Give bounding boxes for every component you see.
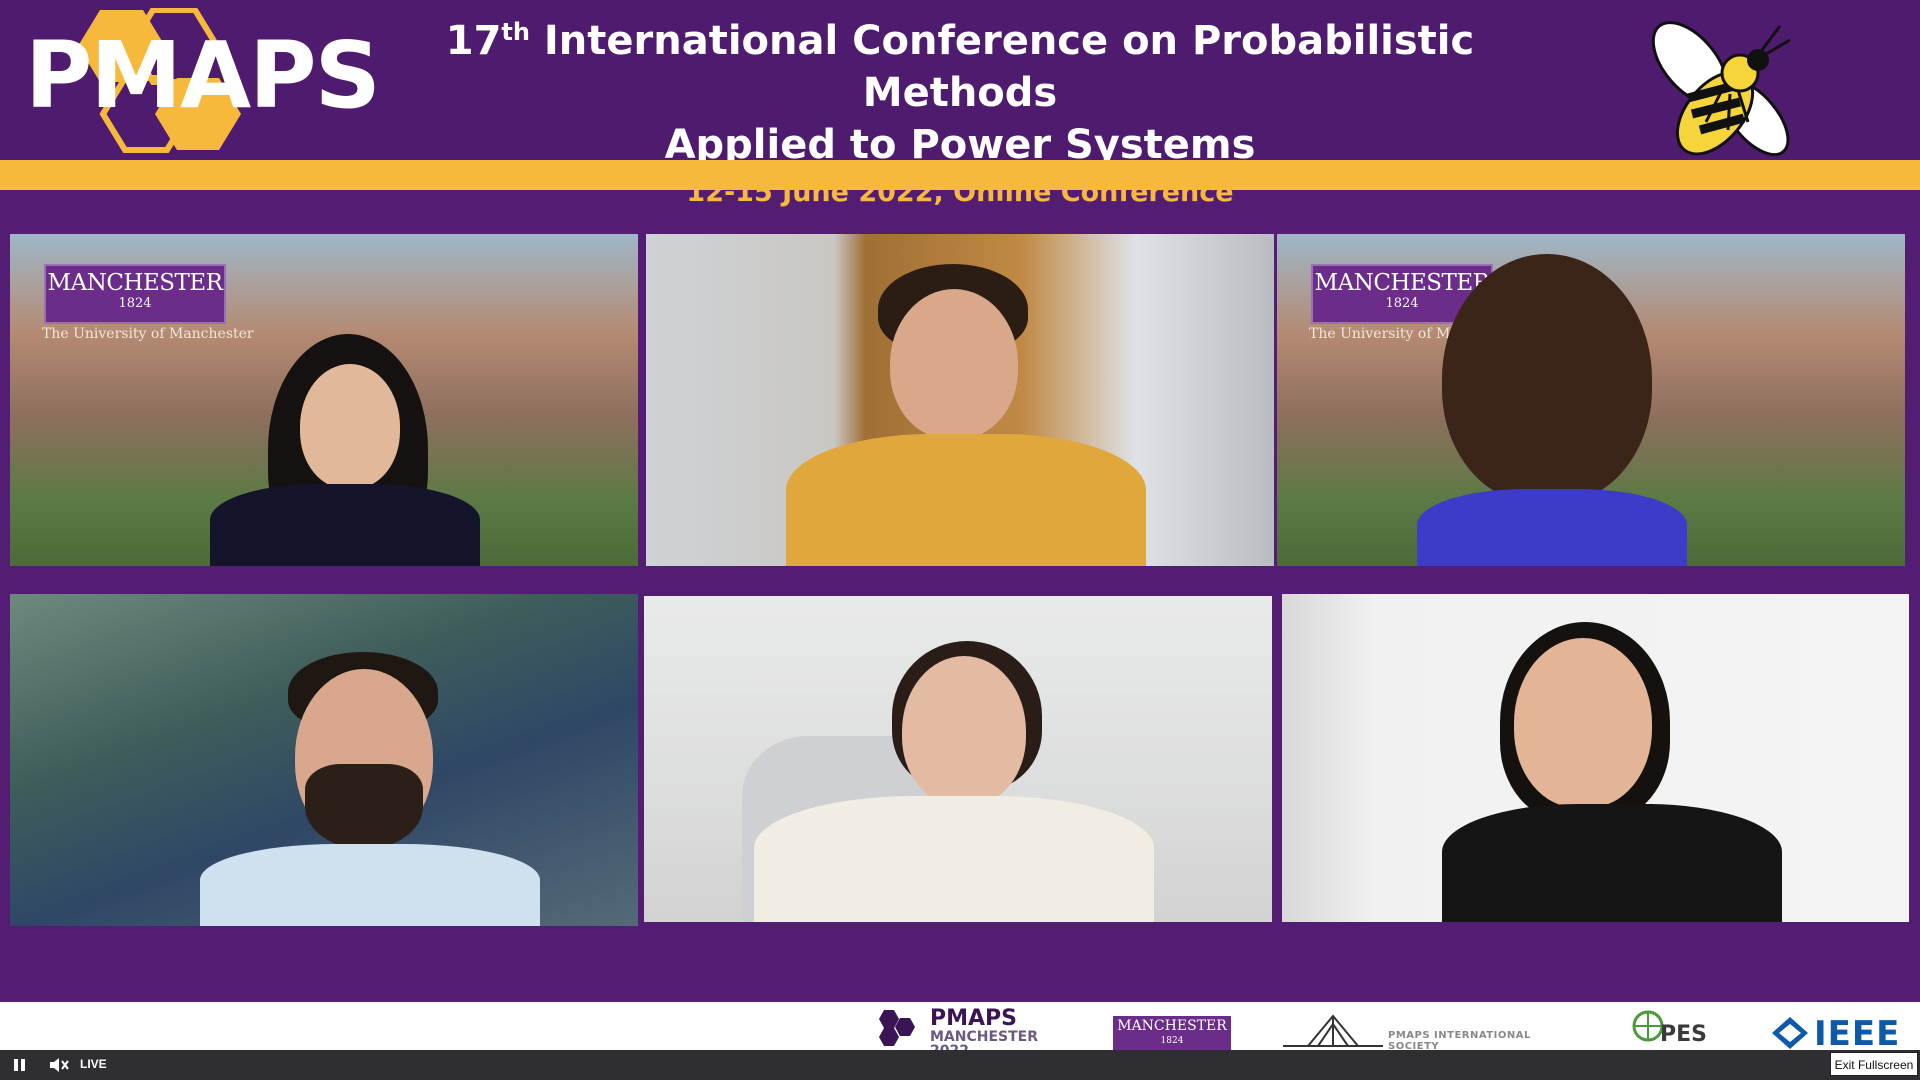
sponsor-bar: PMAPS MANCHESTER 2022 MANCHESTER 1824 PM… xyxy=(0,1002,1920,1058)
conference-banner: PMAPS 17th International Conference on P… xyxy=(0,0,1920,208)
mute-icon[interactable] xyxy=(48,1056,70,1074)
player-controls: LIVE xyxy=(0,1050,1920,1080)
video-tile-1[interactable]: MANCHESTER 1824 The University of Manche… xyxy=(10,234,638,566)
logo-text: PMAPS xyxy=(25,22,381,129)
bee-icon xyxy=(1651,21,1791,157)
society-tower-icon xyxy=(1283,1014,1383,1047)
pmaps-hexagon-icon xyxy=(879,1010,915,1046)
gold-stripe xyxy=(0,160,1920,190)
sponsor-society-name: PMAPS INTERNATIONAL SOCIETY xyxy=(1388,1030,1531,1052)
video-tile-4[interactable] xyxy=(10,594,638,926)
video-tile-3[interactable]: MANCHESTER 1824 The University of Manc xyxy=(1277,234,1905,566)
sponsor-ieee: IEEE xyxy=(1770,1014,1920,1054)
live-indicator: LIVE xyxy=(80,1057,107,1071)
pause-button[interactable] xyxy=(12,1056,30,1074)
pmaps-logo: PMAPS xyxy=(25,8,381,153)
sponsor-ieee-pes: PES xyxy=(1630,1006,1710,1050)
sponsor-ieee-name: IEEE xyxy=(1814,1014,1901,1054)
university-caption: The University of Manchester xyxy=(42,326,254,342)
sponsor-pmaps-name: PMAPS xyxy=(930,1006,1018,1031)
exit-fullscreen-button[interactable]: Exit Fullscreen xyxy=(1830,1052,1918,1076)
sponsor-pes-name: PES xyxy=(1660,1022,1707,1047)
sponsor-manchester: MANCHESTER 1824 xyxy=(1113,1016,1231,1050)
ieee-diamond-icon xyxy=(1772,1017,1808,1049)
title-line-1: 17th International Conference on Probabi… xyxy=(445,18,1475,116)
video-tile-6[interactable] xyxy=(1282,594,1909,922)
sponsor-pmaps: PMAPS MANCHESTER 2022 xyxy=(876,1006,1066,1058)
video-tile-5[interactable] xyxy=(644,596,1272,922)
pause-icon xyxy=(14,1059,18,1071)
video-tile-2[interactable] xyxy=(646,234,1274,566)
manchester-logo-badge: MANCHESTER 1824 xyxy=(44,264,226,324)
sponsor-pmaps-society: PMAPS INTERNATIONAL SOCIETY xyxy=(1278,1012,1578,1052)
